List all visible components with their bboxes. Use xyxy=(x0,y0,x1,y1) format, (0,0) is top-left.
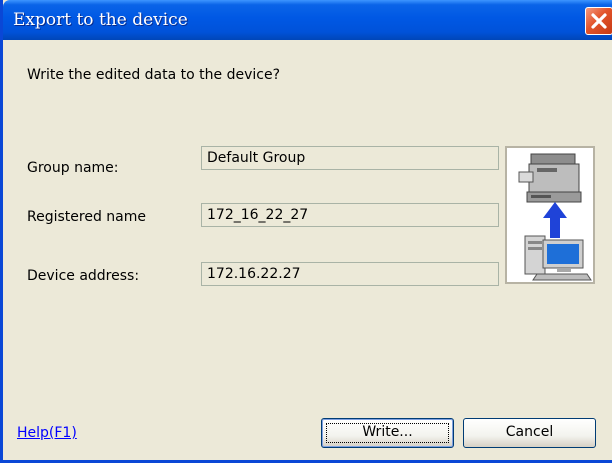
close-icon xyxy=(591,13,607,29)
group-name-label: Group name: xyxy=(27,160,119,176)
device-address-field: 172.16.22.27 xyxy=(201,262,499,286)
title-bar[interactable]: Export to the device xyxy=(3,0,612,40)
registered-name-field: 172_16_22_27 xyxy=(201,203,499,227)
export-dialog: Export to the device Write the edited da… xyxy=(0,0,612,463)
write-button[interactable]: Write... xyxy=(321,418,454,448)
dialog-prompt: Write the edited data to the device? xyxy=(27,67,280,83)
cancel-button[interactable]: Cancel xyxy=(463,418,596,448)
group-name-field: Default Group xyxy=(201,146,499,170)
close-button[interactable] xyxy=(585,7,612,35)
registered-name-label: Registered name xyxy=(27,209,146,225)
device-address-label: Device address: xyxy=(27,268,140,284)
cancel-button-label: Cancel xyxy=(505,424,554,440)
focus-ring xyxy=(326,423,449,443)
printer-to-computer-icon xyxy=(518,153,592,281)
dialog-title: Export to the device xyxy=(13,10,188,30)
device-illustration xyxy=(505,146,595,284)
help-link[interactable]: Help(F1) xyxy=(17,425,77,441)
